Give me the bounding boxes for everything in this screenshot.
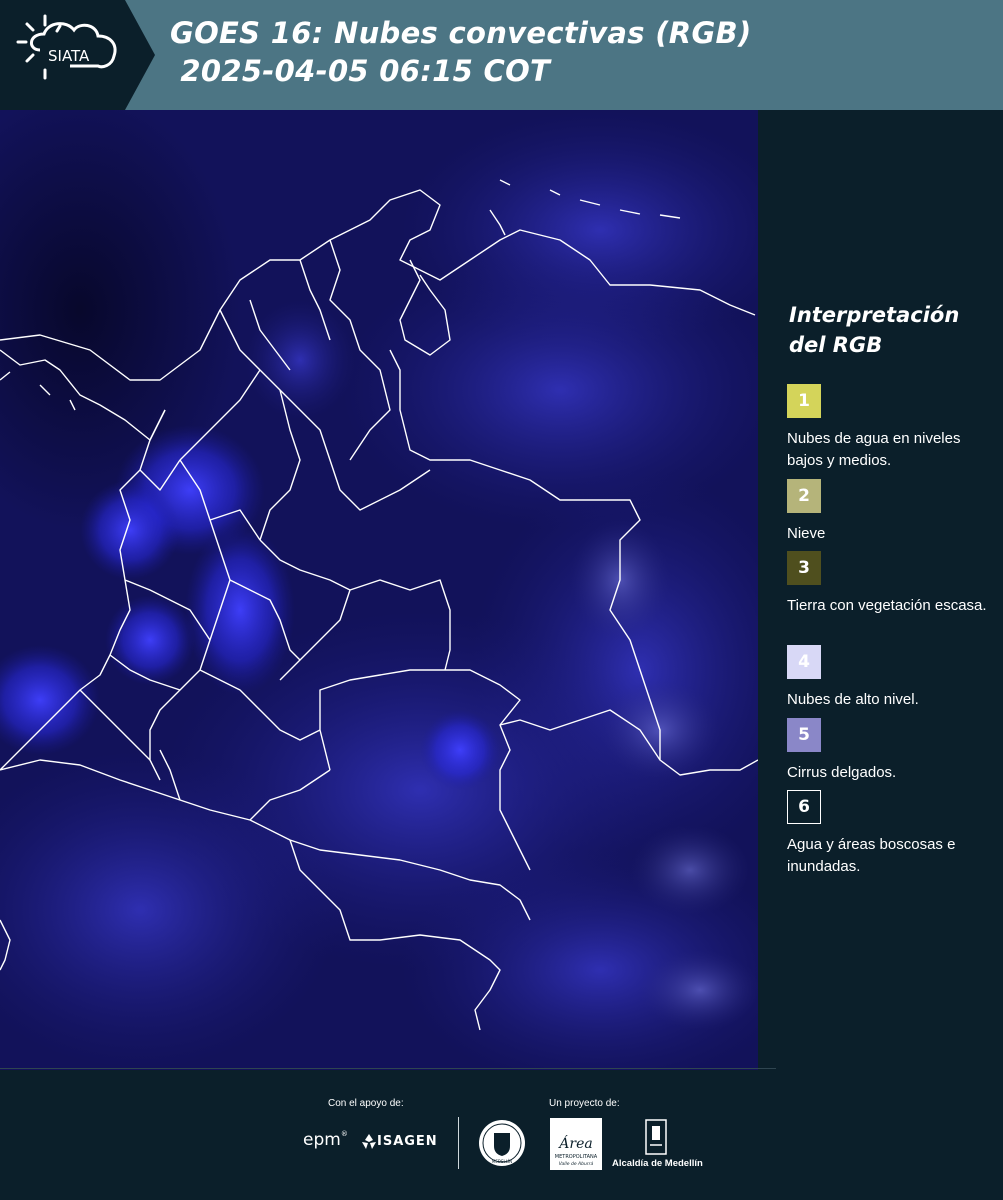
legend-swatch-5: 5 [787, 718, 821, 752]
alcaldia-logo: Alcaldía de Medellín [612, 1158, 703, 1169]
legend-item-4: 4 Nubes de alto nivel. [787, 645, 992, 711]
legend-title: Interpretación del RGB [789, 303, 960, 357]
svg-text:METROPOLITANA: METROPOLITANA [555, 1154, 598, 1160]
header-bar: SIATA GOES 16: Nubes convectivas (RGB) 2… [0, 0, 1003, 110]
svg-text:SIATA: SIATA [48, 47, 90, 65]
isagen-logo-icon [362, 1134, 376, 1149]
legend-item-5: 5 Cirrus delgados. [787, 718, 992, 784]
legend-swatch-1: 1 [787, 384, 821, 418]
epm-registered-mark: ® [340, 1130, 348, 1138]
legend-label-3: Tierra con vegetación escasa. [787, 597, 987, 614]
legend-item-3: 3 Tierra con vegetación escasa. [787, 551, 992, 617]
legend-number-3: 3 [798, 558, 810, 578]
page-title: GOES 16: Nubes convectivas (RGB) 2025-04… [170, 14, 752, 90]
svg-text:Valle de Aburrá: Valle de Aburrá [559, 1160, 594, 1167]
legend-number-2: 2 [798, 486, 810, 506]
map-canvas [0, 110, 758, 1070]
legend-number-1: 1 [798, 391, 810, 411]
footer-rule [0, 1068, 776, 1069]
legend-label-5: Cirrus delgados. [787, 764, 897, 781]
legend-number-4: 4 [798, 652, 810, 672]
alcaldia-seal-icon [645, 1119, 667, 1155]
legend-number-5: 5 [798, 725, 810, 745]
legend-swatch-6: 6 [787, 790, 821, 824]
legend-label-4: Nubes de alto nivel. [787, 691, 919, 708]
university-seal-icon: MEDELLÍN [479, 1120, 525, 1166]
svg-text:MEDELLÍN: MEDELLÍN [492, 1159, 512, 1164]
legend-swatch-4: 4 [787, 645, 821, 679]
satellite-map[interactable] [0, 110, 758, 1070]
legend-label-2: Nieve [787, 525, 826, 542]
legend-swatch-3: 3 [787, 551, 821, 585]
legend-number-6: 6 [798, 797, 810, 817]
epm-logo: epm® [303, 1130, 348, 1150]
footer-divider [458, 1117, 459, 1169]
legend-item-1: 1 Nubes de agua en niveles bajos y medio… [787, 384, 992, 472]
legend-item-2: 2 Nieve [787, 479, 992, 545]
legend-swatch-2: 2 [787, 479, 821, 513]
isagen-logo: ISAGEN [377, 1134, 438, 1149]
legend-label-1: Nubes de agua en niveles bajos y medios. [787, 430, 961, 469]
support-label: Con el apoyo de: [328, 1098, 404, 1109]
legend-label-6: Agua y áreas boscosas e inundadas. [787, 836, 956, 875]
svg-text:Área: Área [557, 1134, 592, 1152]
area-metropolitana-logo: Área METROPOLITANA Valle de Aburrá [550, 1118, 602, 1170]
project-label: Un proyecto de: [549, 1098, 620, 1109]
title-line-2: 2025-04-05 06:15 COT [170, 54, 551, 88]
siata-logo-icon: SIATA [16, 14, 117, 80]
epm-logo-text: epm [303, 1130, 341, 1150]
title-line-1: GOES 16: Nubes convectivas (RGB) [170, 16, 752, 50]
legend-item-6: 6 Agua y áreas boscosas e inundadas. [787, 790, 992, 878]
